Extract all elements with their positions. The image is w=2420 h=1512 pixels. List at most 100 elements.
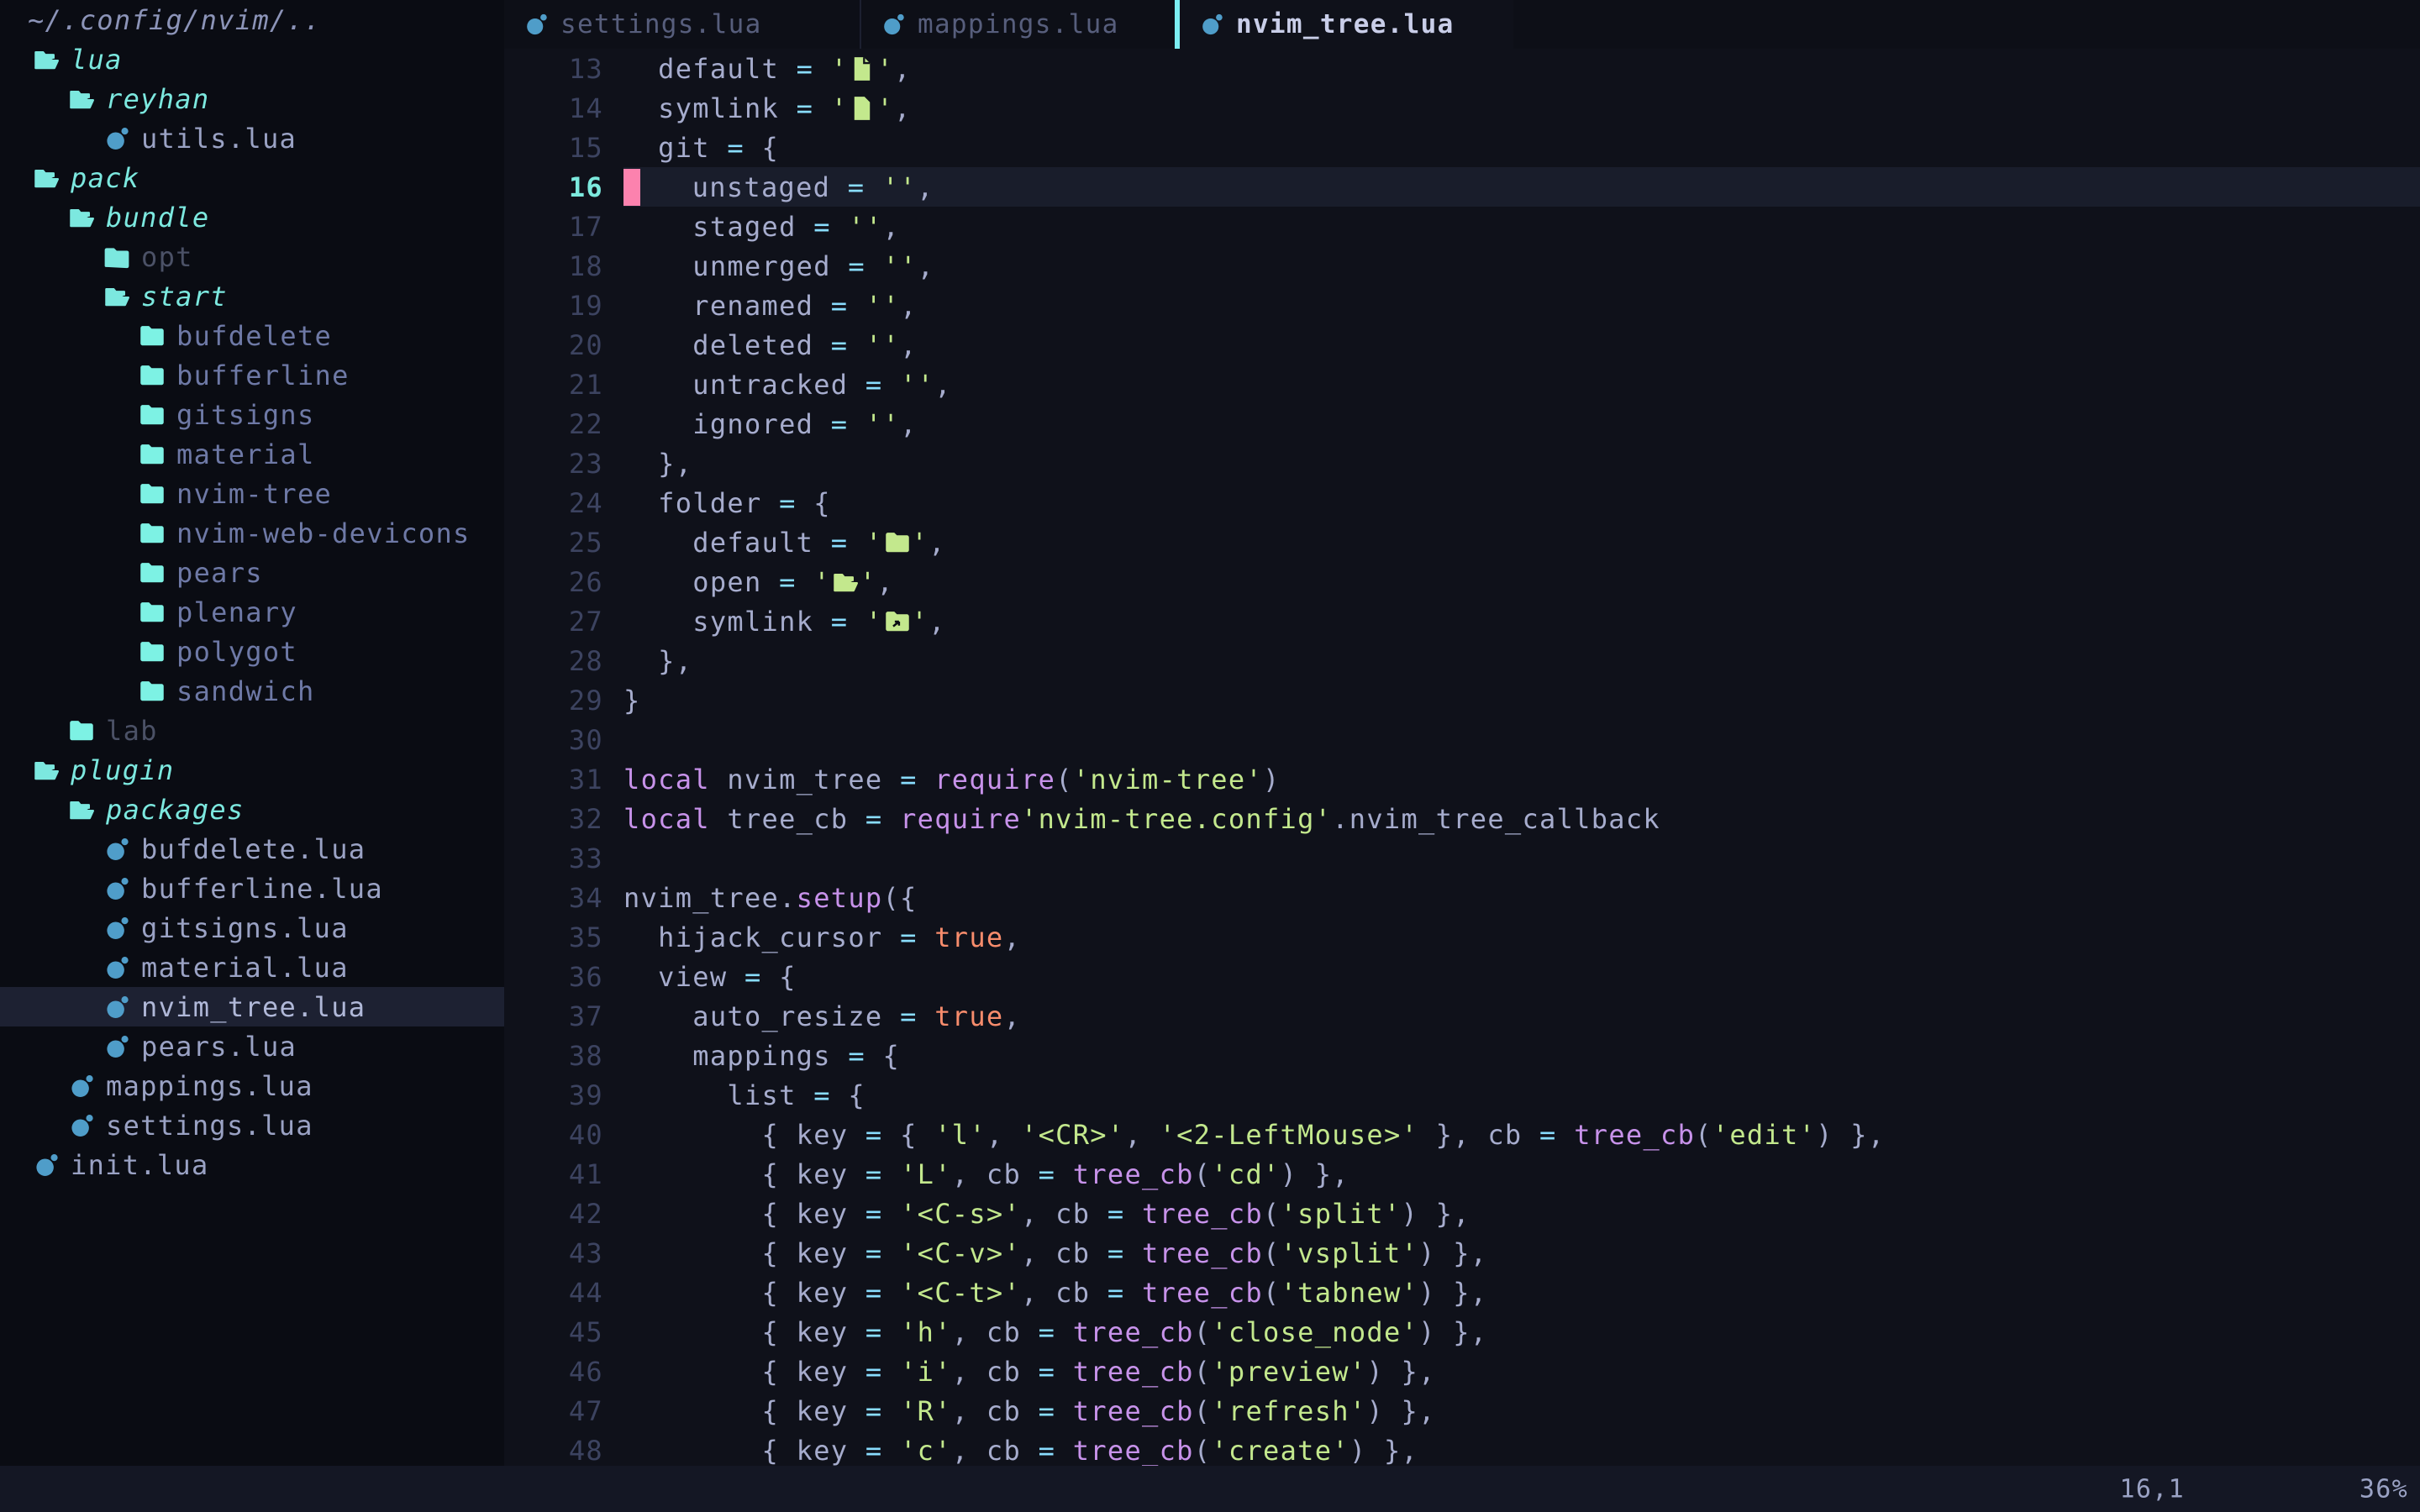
token-str: '': [848, 211, 882, 243]
token-id: ,: [900, 290, 918, 322]
nvim-tree-panel[interactable]: ~/.config/nvim/..luareyhanutils.luapackb…: [0, 0, 504, 1466]
tree-item-bufdelete-lua[interactable]: bufdelete.lua: [0, 829, 504, 869]
code-line-47[interactable]: 47 { key = 'R', cb = tree_cb('refresh') …: [504, 1391, 2420, 1431]
tree-item-lua[interactable]: lua: [0, 39, 504, 79]
code-text: symlink = '',: [623, 88, 912, 128]
tree-item-label: mappings.lua: [106, 1070, 313, 1102]
token-id: ({: [882, 882, 917, 914]
tree-item-packages[interactable]: packages: [0, 790, 504, 829]
tree-item-label: sandwich: [176, 675, 315, 707]
code-line-28[interactable]: 28 },: [504, 641, 2420, 680]
tree-item-opt[interactable]: opt: [0, 237, 504, 276]
tab-mappings-lua[interactable]: mappings.lua: [861, 0, 1175, 49]
tree-item-plenary[interactable]: plenary: [0, 592, 504, 632]
code-line-25[interactable]: 25 default = '',: [504, 522, 2420, 562]
code-line-44[interactable]: 44 { key = '<C-t>', cb = tree_cb('tabnew…: [504, 1273, 2420, 1312]
tree-item-nvim-tree[interactable]: nvim-tree: [0, 474, 504, 513]
token-kw: require: [900, 803, 1021, 835]
line-number: 41: [504, 1158, 603, 1190]
tree-item-settings-lua[interactable]: settings.lua: [0, 1105, 504, 1145]
tree-item-reyhan[interactable]: reyhan: [0, 79, 504, 118]
tree-item-sandwich[interactable]: sandwich: [0, 671, 504, 711]
tree-item-mappings-lua[interactable]: mappings.lua: [0, 1066, 504, 1105]
code-line-38[interactable]: 38 mappings = {: [504, 1036, 2420, 1075]
code-line-15[interactable]: 15 git = {: [504, 128, 2420, 167]
tree-item-init-lua[interactable]: init.lua: [0, 1145, 504, 1184]
tree-item-label: opt: [141, 241, 193, 273]
code-line-32[interactable]: 32local tree_cb = require'nvim-tree.conf…: [504, 799, 2420, 838]
tree-item-pears[interactable]: pears: [0, 553, 504, 592]
token-id: mappings: [623, 1040, 848, 1072]
tree-item-label: lab: [106, 715, 158, 747]
tree-item-label: settings.lua: [106, 1110, 313, 1142]
code-line-33[interactable]: 33: [504, 838, 2420, 878]
code-line-39[interactable]: 39 list = {: [504, 1075, 2420, 1115]
tree-item-bufferline-lua[interactable]: bufferline.lua: [0, 869, 504, 908]
code-line-14[interactable]: 14 symlink = '',: [504, 88, 2420, 128]
token-op: =: [744, 961, 762, 993]
code-line-13[interactable]: 13 default = '',: [504, 49, 2420, 88]
tree-item-material-lua[interactable]: material.lua: [0, 948, 504, 987]
tree-item-bundle[interactable]: bundle: [0, 197, 504, 237]
tree-item-gitsigns-lua[interactable]: gitsigns.lua: [0, 908, 504, 948]
tree-item-utils-lua[interactable]: utils.lua: [0, 118, 504, 158]
code-line-22[interactable]: 22 ignored = '',: [504, 404, 2420, 444]
tree-item-plugin[interactable]: plugin: [0, 750, 504, 790]
tree-item-bufferline[interactable]: bufferline: [0, 355, 504, 395]
tab-nvim-tree-lua[interactable]: nvim_tree.lua: [1180, 0, 1513, 49]
code-line-27[interactable]: 27 symlink = '',: [504, 601, 2420, 641]
line-number: 25: [504, 527, 603, 559]
code-line-40[interactable]: 40 { key = { 'l', '<CR>', '<2-LeftMouse>…: [504, 1115, 2420, 1154]
code-line-20[interactable]: 20 deleted = '',: [504, 325, 2420, 365]
folder-solid-icon: [139, 402, 165, 428]
tree-item-pears-lua[interactable]: pears.lua: [0, 1026, 504, 1066]
tree-item-polygot[interactable]: polygot: [0, 632, 504, 671]
code-text: auto_resize = true,: [623, 996, 1021, 1036]
code-line-48[interactable]: 48 { key = 'c', cb = tree_cb('create') }…: [504, 1431, 2420, 1466]
token-id: (: [1055, 764, 1073, 795]
code-line-42[interactable]: 42 { key = '<C-s>', cb = tree_cb('split'…: [504, 1194, 2420, 1233]
token-id: [1055, 1316, 1073, 1348]
code-line-23[interactable]: 23 },: [504, 444, 2420, 483]
code-line-34[interactable]: 34nvim_tree.setup({: [504, 878, 2420, 917]
token-id: ,: [894, 92, 912, 124]
code-text: hijack_cursor = true,: [623, 917, 1021, 957]
token-id: [1557, 1119, 1575, 1151]
code-line-26[interactable]: 26 open = '',: [504, 562, 2420, 601]
tree-item-start[interactable]: start: [0, 276, 504, 316]
code-line-24[interactable]: 24 folder = {: [504, 483, 2420, 522]
code-line-21[interactable]: 21 untracked = '',: [504, 365, 2420, 404]
line-number: 31: [504, 764, 603, 795]
editor-buffer[interactable]: 13 default = '',14 symlink = '',15 git =…: [504, 49, 2420, 1466]
code-line-29[interactable]: 29}: [504, 680, 2420, 720]
code-line-31[interactable]: 31local nvim_tree = require('nvim-tree'): [504, 759, 2420, 799]
tree-item-nvim-web-devicons[interactable]: nvim-web-devicons: [0, 513, 504, 553]
code-line-37[interactable]: 37 auto_resize = true,: [504, 996, 2420, 1036]
token-id: , cb: [1021, 1277, 1107, 1309]
tree-item-gitsigns[interactable]: gitsigns: [0, 395, 504, 434]
code-line-19[interactable]: 19 renamed = '',: [504, 286, 2420, 325]
token-id: nvim_tree: [710, 764, 900, 795]
tree-item-bufdelete[interactable]: bufdelete: [0, 316, 504, 355]
code-line-45[interactable]: 45 { key = 'h', cb = tree_cb('close_node…: [504, 1312, 2420, 1352]
folder-solid-icon: [139, 639, 165, 664]
tab-settings-lua[interactable]: settings.lua: [504, 0, 861, 49]
tree-item-nvim-tree-lua[interactable]: nvim_tree.lua: [0, 987, 504, 1026]
code-line-43[interactable]: 43 { key = '<C-v>', cb = tree_cb('vsplit…: [504, 1233, 2420, 1273]
token-id: [865, 171, 882, 203]
tree-item-label: start: [141, 281, 228, 312]
tree-item--config-nvim-[interactable]: ~/.config/nvim/..: [0, 0, 504, 39]
token-id: [1055, 1435, 1073, 1467]
code-line-16[interactable]: 16 unstaged = '',: [504, 167, 2420, 207]
tree-item-lab[interactable]: lab: [0, 711, 504, 750]
code-line-46[interactable]: 46 { key = 'i', cb = tree_cb('preview') …: [504, 1352, 2420, 1391]
code-line-36[interactable]: 36 view = {: [504, 957, 2420, 996]
tree-item-material[interactable]: material: [0, 434, 504, 474]
code-line-17[interactable]: 17 staged = '',: [504, 207, 2420, 246]
code-line-35[interactable]: 35 hijack_cursor = true,: [504, 917, 2420, 957]
tree-item-pack[interactable]: pack: [0, 158, 504, 197]
token-kw: tree_cb: [1073, 1435, 1194, 1467]
code-line-41[interactable]: 41 { key = 'L', cb = tree_cb('cd') },: [504, 1154, 2420, 1194]
code-line-30[interactable]: 30: [504, 720, 2420, 759]
code-line-18[interactable]: 18 unmerged = '',: [504, 246, 2420, 286]
